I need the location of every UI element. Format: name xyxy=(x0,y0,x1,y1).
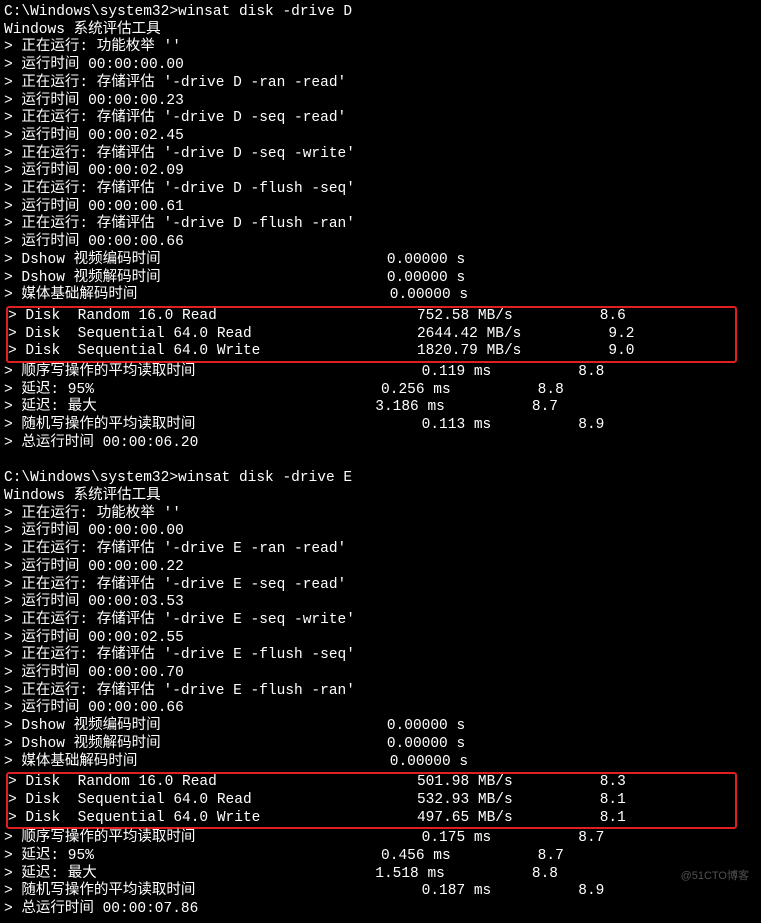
watermark: @51CTO博客 xyxy=(681,868,749,886)
prompt-line: C:\Windows\system32>winsat disk -drive E xyxy=(4,470,757,488)
output-line: > 正在运行: 存储评估 '-drive E -seq -write' xyxy=(4,612,757,630)
output-line: > 总运行时间 00:00:07.86 xyxy=(4,901,757,919)
prompt-line: C:\Windows\system32>winsat disk -drive D xyxy=(4,4,757,22)
output-line: > 正在运行: 存储评估 '-drive D -ran -read' xyxy=(4,75,757,93)
output-line: > 媒体基础解码时间 0.00000 s xyxy=(4,754,757,772)
output-line: > 正在运行: 存储评估 '-drive D -flush -ran' xyxy=(4,216,757,234)
output-line: > 随机写操作的平均读取时间 0.187 ms 8.9 xyxy=(4,883,757,901)
output-line: > 运行时间 00:00:00.66 xyxy=(4,234,757,252)
output-line: > 正在运行: 存储评估 '-drive E -ran -read' xyxy=(4,541,757,559)
disk-result-line: > Disk Random 16.0 Read 752.58 MB/s 8.6 xyxy=(8,308,735,326)
output-line: > 媒体基础解码时间 0.00000 s xyxy=(4,287,757,305)
disk-result-line: > Disk Sequential 64.0 Write 1820.79 MB/… xyxy=(8,343,735,361)
output-line: > 运行时间 00:00:03.53 xyxy=(4,594,757,612)
output-line: > Dshow 视频解码时间 0.00000 s xyxy=(4,270,757,288)
tool-name: Windows 系统评估工具 xyxy=(4,22,757,40)
output-line: > 正在运行: 存储评估 '-drive E -seq -read' xyxy=(4,577,757,595)
output-line: > 顺序写操作的平均读取时间 0.119 ms 8.8 xyxy=(4,364,757,382)
output-line: > 延迟: 最大 3.186 ms 8.7 xyxy=(4,399,757,417)
output-line: > 正在运行: 存储评估 '-drive E -flush -seq' xyxy=(4,647,757,665)
output-line: > 延迟: 95% 0.456 ms 8.7 xyxy=(4,848,757,866)
output-line: > 总运行时间 00:00:06.20 xyxy=(4,435,757,453)
output-line: > 运行时间 00:00:02.55 xyxy=(4,630,757,648)
output-line: > Dshow 视频解码时间 0.00000 s xyxy=(4,736,757,754)
output-line: > 延迟: 最大 1.518 ms 8.8 xyxy=(4,866,757,884)
disk-result-line: > Disk Sequential 64.0 Read 532.93 MB/s … xyxy=(8,792,735,810)
output-line: > Dshow 视频编码时间 0.00000 s xyxy=(4,252,757,270)
output-line: > 正在运行: 功能枚举 '' xyxy=(4,506,757,524)
output-line: > 延迟: 95% 0.256 ms 8.8 xyxy=(4,382,757,400)
output-line: > 正在运行: 存储评估 '-drive E -flush -ran' xyxy=(4,683,757,701)
tool-name: Windows 系统评估工具 xyxy=(4,488,757,506)
output-line: > 运行时间 00:00:00.00 xyxy=(4,523,757,541)
output-line: > 运行时间 00:00:00.61 xyxy=(4,199,757,217)
disk-result-line: > Disk Sequential 64.0 Read 2644.42 MB/s… xyxy=(8,326,735,344)
disk-result-line: > Disk Random 16.0 Read 501.98 MB/s 8.3 xyxy=(8,774,735,792)
output-line: > 正在运行: 存储评估 '-drive D -seq -write' xyxy=(4,146,757,164)
output-line: > 正在运行: 存储评估 '-drive D -seq -read' xyxy=(4,110,757,128)
output-line: > 运行时间 00:00:02.45 xyxy=(4,128,757,146)
output-line: > 正在运行: 存储评估 '-drive D -flush -seq' xyxy=(4,181,757,199)
output-line: > 顺序写操作的平均读取时间 0.175 ms 8.7 xyxy=(4,830,757,848)
highlight-box-drive-e: > Disk Random 16.0 Read 501.98 MB/s 8.3 … xyxy=(6,772,737,829)
output-line: > 随机写操作的平均读取时间 0.113 ms 8.9 xyxy=(4,417,757,435)
output-line: > Dshow 视频编码时间 0.00000 s xyxy=(4,718,757,736)
output-line: > 运行时间 00:00:00.70 xyxy=(4,665,757,683)
output-line: > 运行时间 00:00:00.00 xyxy=(4,57,757,75)
terminal-output: C:\Windows\system32>winsat disk -drive D… xyxy=(4,4,757,919)
output-line: > 正在运行: 功能枚举 '' xyxy=(4,39,757,57)
output-line: > 运行时间 00:00:00.23 xyxy=(4,93,757,111)
disk-result-line: > Disk Sequential 64.0 Write 497.65 MB/s… xyxy=(8,810,735,828)
blank-line xyxy=(4,453,757,471)
output-line: > 运行时间 00:00:00.22 xyxy=(4,559,757,577)
output-line: > 运行时间 00:00:02.09 xyxy=(4,163,757,181)
output-line: > 运行时间 00:00:00.66 xyxy=(4,700,757,718)
highlight-box-drive-d: > Disk Random 16.0 Read 752.58 MB/s 8.6 … xyxy=(6,306,737,363)
